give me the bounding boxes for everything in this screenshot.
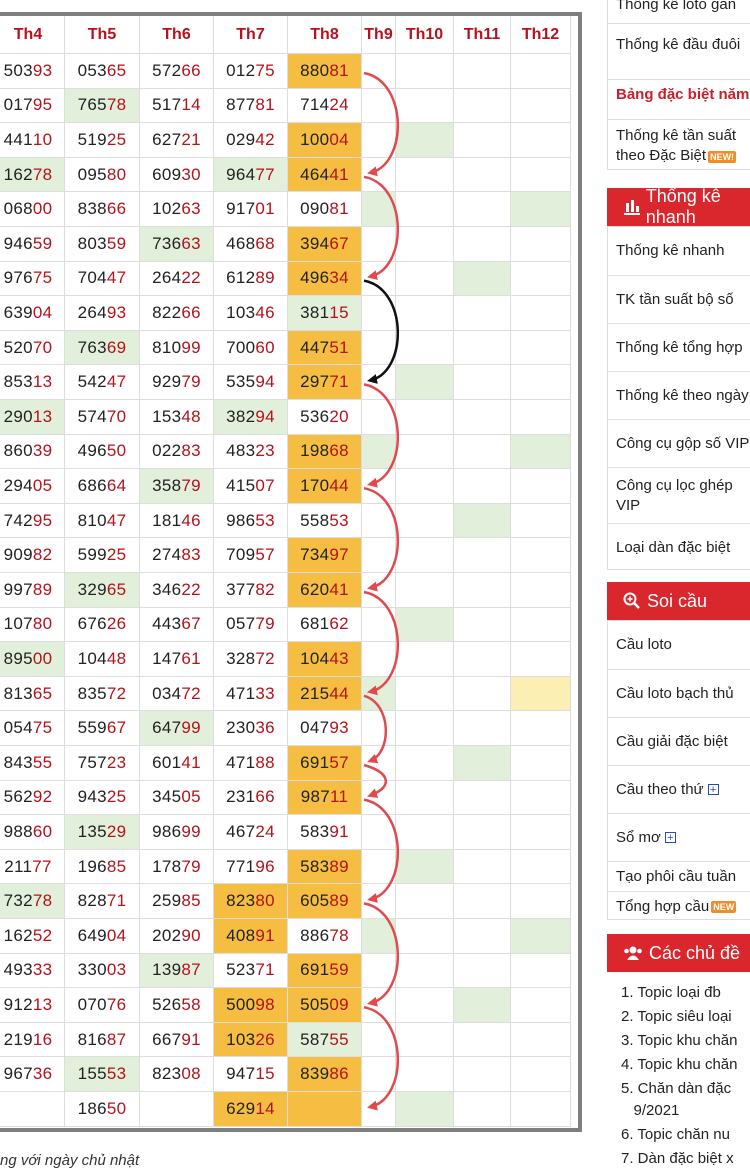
topic-link[interactable]: 1. Topic loại đb <box>607 982 750 1004</box>
sidebar-link-tan-suat[interactable]: Thống kê tần suất theo Đặc Biệt NEW! <box>608 119 750 171</box>
soi-cau-menu-item-label: Cầu theo thứ <box>616 780 704 798</box>
stats-menu-item-label: Thống kê nhanh <box>616 242 725 259</box>
topics-header-label: Các chủ đề <box>649 942 741 963</box>
topic-link[interactable]: 9/2021 <box>607 1100 750 1122</box>
stats-header-label: Thống kê nhanh <box>645 186 721 227</box>
soi-cau-menu-item-label: Tổng hợp cầu <box>616 897 710 915</box>
users-icon <box>624 946 642 960</box>
soi-cau-menu-item[interactable]: Sổ mơ + <box>608 813 750 861</box>
stats-menu-item[interactable]: TK tần suất bộ số <box>608 275 750 323</box>
stats-menu: Thống kê nhanh TK tần suất bộ số Thống kê … <box>607 226 750 570</box>
stats-menu-item-label: Công cụ lọc ghép VIP <box>616 476 733 514</box>
expand-plus-icon[interactable]: + <box>707 784 719 796</box>
sidebar-link-label: Bảng đặc biệt năm <box>616 85 750 103</box>
connector-arrow <box>363 694 388 764</box>
connector-arrow <box>363 486 399 592</box>
connector-arrow <box>363 763 388 798</box>
sidebar-top-links: Thống kê loto gan Thống kê đầu đuôi Bảng… <box>607 0 750 170</box>
sidebar-link-label: Thống kê đầu đuôi <box>616 35 741 53</box>
connector-arrow <box>363 175 399 281</box>
stats-menu-item[interactable]: Thống kê theo ngày <box>608 371 750 419</box>
soi-cau-menu-item[interactable]: Cầu theo thứ + <box>608 765 750 813</box>
connector-arrow <box>363 383 399 488</box>
search-plus-icon <box>623 592 640 609</box>
connector-arrow <box>363 279 399 384</box>
topic-link[interactable]: 3. Topic khu chăn <box>607 1030 750 1052</box>
topic-link[interactable]: 7. Dàn đặc biệt x <box>607 1148 750 1170</box>
soi-cau-menu-item[interactable]: Cầu loto <box>608 621 750 669</box>
bar-chart-icon <box>624 200 640 215</box>
stats-menu-item[interactable]: Thống kê nhanh <box>608 227 750 275</box>
new-badge: NEW <box>711 900 737 913</box>
soi-cau-menu-item[interactable]: Cầu loto bạch thủ <box>608 669 750 717</box>
connector-arrow <box>363 71 399 177</box>
topic-link[interactable]: 4. Topic khu chăn <box>607 1054 750 1076</box>
stats-menu-item[interactable]: Công cụ gộp số VIP <box>608 419 750 467</box>
soi-cau-menu-item[interactable]: Cầu giải đặc biệt <box>608 717 750 765</box>
sidebar-link-bang-dac-biet[interactable]: Bảng đặc biệt năm <box>608 79 750 109</box>
sidebar: Thống kê loto gan Thống kê đầu đuôi Bảng… <box>607 0 750 1170</box>
sidebar-link-dau-duoi[interactable]: Thống kê đầu đuôi <box>608 23 750 65</box>
soi-cau-menu-item[interactable]: Tổng hợp cầu NEW <box>608 891 750 921</box>
page: Th4 Th5 Th6 Th7 Th8 Th9 Th10 Th11 Th12 503 93 053 65… <box>0 0 750 1170</box>
connector-arrow <box>363 590 399 696</box>
stats-menu-item[interactable]: Loại dàn đặc biệt <box>608 523 750 571</box>
stats-menu-item-label: Thống kê tổng hợp <box>616 338 743 356</box>
stats-header: Thống kê nhanh <box>607 186 750 227</box>
stats-menu-item-label: Thống kê theo ngày <box>616 386 749 404</box>
new-badge: NEW! <box>708 150 737 163</box>
stats-menu-item[interactable]: Công cụ lọc ghép VIP <box>608 467 750 523</box>
stats-menu-item-label: TK tần suất bộ số <box>616 290 734 308</box>
stats-menu-item-label: Công cụ gộp số VIP <box>616 434 750 452</box>
expand-plus-icon[interactable]: + <box>664 832 676 844</box>
topic-link[interactable]: 2. Topic siêu loại <box>607 1006 750 1028</box>
footnote: ng với ngày chủ nhật <box>0 1152 140 1169</box>
soi-cau-menu-item-label: Cầu loto <box>616 636 672 653</box>
topic-link[interactable]: 6. Topic chăn nu <box>607 1124 750 1146</box>
sidebar-link-loto-gan[interactable]: Thống kê loto gan <box>608 0 750 15</box>
soi-cau-menu: Cầu loto Cầu loto bạch thủ Cầu giải đặc bi… <box>607 620 750 920</box>
stats-menu-item[interactable]: Thống kê tổng hợp <box>608 323 750 371</box>
soi-cau-menu-item-label: Cầu loto bạch thủ <box>616 684 734 702</box>
soi-cau-header: Soi cầu <box>607 582 750 620</box>
stats-menu-item-label: Loại dàn đặc biệt <box>616 538 731 556</box>
sidebar-link-label: Thống kê loto gan <box>616 0 737 13</box>
topic-link[interactable]: 5. Chăn dàn đặc <box>607 1078 750 1100</box>
soi-cau-header-label: Soi cầu <box>647 590 708 611</box>
connector-arrow <box>363 1005 399 1111</box>
topics-header: Các chủ đề <box>607 934 750 972</box>
soi-cau-menu-item-label: Cầu giải đặc biệt <box>616 732 728 750</box>
soi-cau-menu-item-label: Tạo phôi cầu tuần <box>616 867 737 885</box>
sidebar-link-label-wrap: Thống kê tần suất theo Đặc Biệt NEW! <box>616 126 750 166</box>
soi-cau-menu-item-label: Sổ mơ <box>616 828 661 846</box>
connector-arrow <box>363 798 399 903</box>
soi-cau-menu-item[interactable]: Tạo phôi cầu tuần <box>608 861 750 891</box>
connector-arrow <box>363 902 399 1007</box>
